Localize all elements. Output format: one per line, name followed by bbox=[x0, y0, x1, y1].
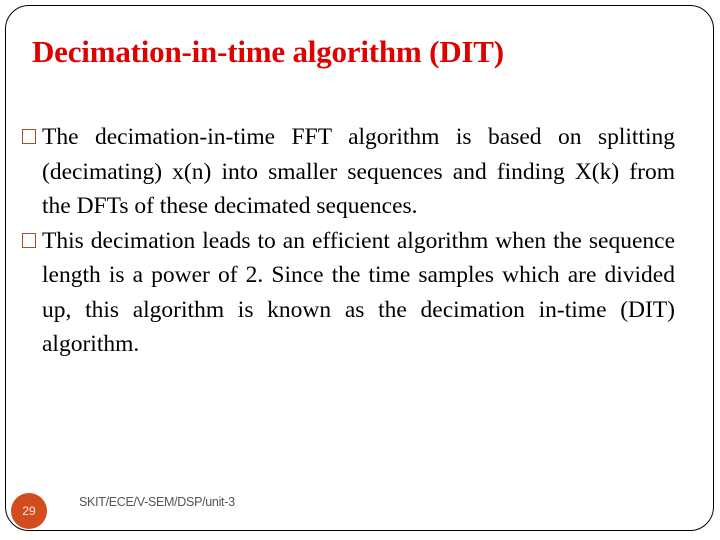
slide-title: Decimation-in-time algorithm (DIT) bbox=[32, 34, 504, 69]
slide-content: The decimation-in-time FFT algorithm is … bbox=[22, 120, 675, 362]
square-bullet-icon bbox=[22, 129, 36, 144]
bullet-text-2: This decimation leads to an efficient al… bbox=[42, 227, 675, 358]
square-bullet-icon bbox=[22, 232, 36, 248]
bullet-text-1: The decimation-in-time FFT algorithm is … bbox=[42, 124, 675, 219]
bullet-item-1: The decimation-in-time FFT algorithm is … bbox=[22, 120, 675, 224]
slide-number: 29 bbox=[22, 504, 36, 518]
slide-number-badge: 29 bbox=[11, 493, 47, 529]
bullet-item-2: This decimation leads to an efficient al… bbox=[22, 224, 675, 362]
footer-text: SKIT/ECE/V-SEM/DSP/unit-3 bbox=[79, 495, 235, 509]
